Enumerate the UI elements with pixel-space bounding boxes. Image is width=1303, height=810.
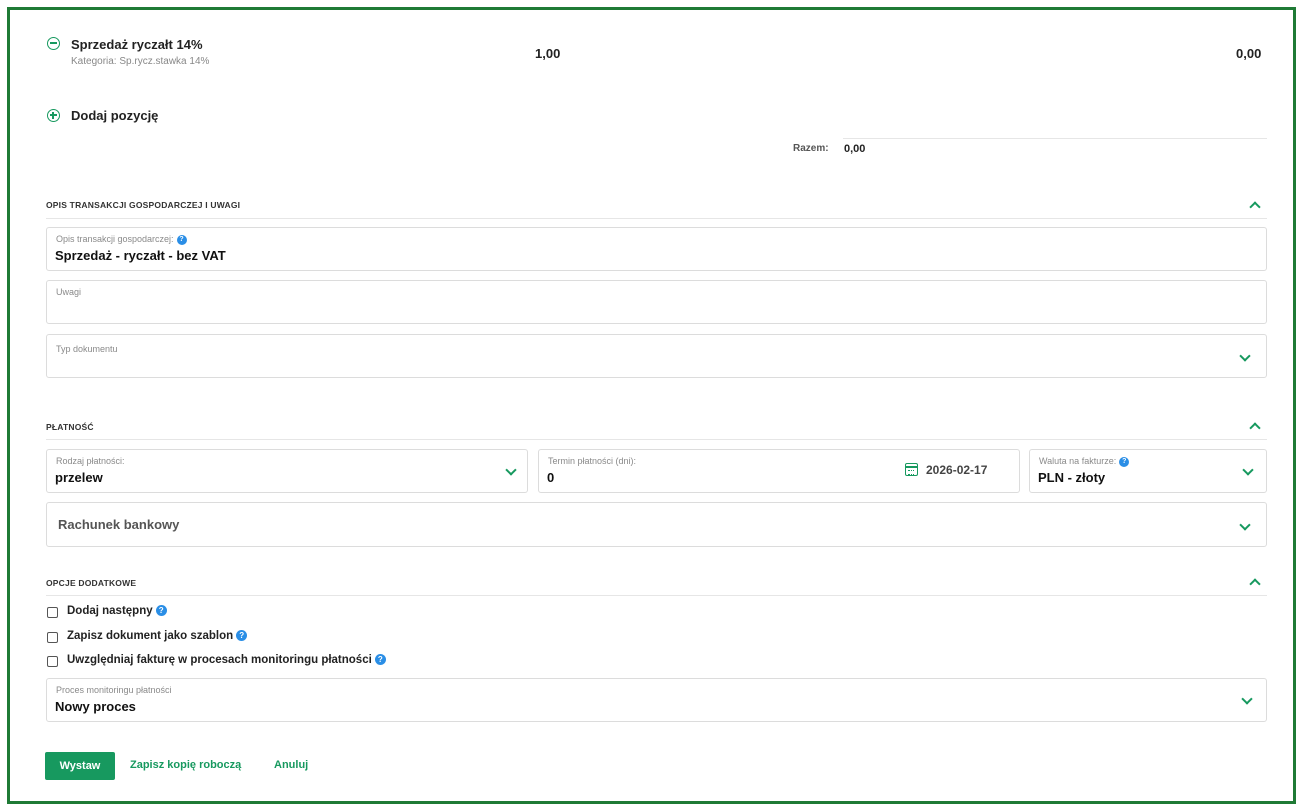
bank-account-select[interactable]: Rachunek bankowy [46, 502, 1267, 547]
chevron-down-icon [1239, 350, 1251, 362]
help-icon[interactable]: ? [236, 630, 248, 641]
transaction-description-field[interactable]: Opis transakcji gospodarczej:? Sprzedaż … [46, 227, 1267, 271]
payment-section-title: PŁATNOŚĆ [46, 422, 94, 432]
save-as-template-label: Zapisz dokument jako szablon [67, 630, 234, 642]
transaction-description-label: Opis transakcji gospodarczej: [56, 234, 174, 244]
help-icon[interactable]: ? [374, 654, 386, 665]
total-label: Razem: [793, 143, 829, 154]
document-type-select[interactable]: Typ dokumentu [46, 334, 1267, 378]
options-section-title: OPCJE DODATKOWE [46, 578, 137, 588]
currency-label: Waluta na fakturze: [1039, 456, 1117, 466]
payment-divider [46, 439, 1267, 440]
transaction-description-value: Sprzedaż - ryczałt - bez VAT [55, 248, 226, 263]
notes-field[interactable]: Uwagi [46, 280, 1267, 324]
payment-term-label: Termin płatności (dni): [548, 456, 637, 466]
payment-monitoring-checkbox[interactable] [47, 656, 58, 667]
item-quantity: 1,00 [535, 46, 561, 61]
add-circle-icon [47, 109, 60, 122]
cancel-button[interactable]: Anuluj [274, 759, 308, 771]
chevron-down-icon [1239, 519, 1251, 531]
bank-account-label: Rachunek bankowy [58, 517, 180, 532]
payment-monitoring-label: Uwzględniaj fakturę w procesach monitori… [67, 654, 372, 666]
total-divider [843, 138, 1267, 139]
payment-type-select[interactable]: Rodzaj płatności: przelew [46, 449, 528, 493]
description-divider [46, 218, 1267, 219]
monitoring-process-label: Proces monitoringu płatności [56, 685, 172, 695]
chevron-down-icon [1241, 693, 1253, 705]
add-item-button[interactable]: Dodaj pozycję [44, 104, 164, 128]
document-type-label: Typ dokumentu [56, 344, 118, 354]
payment-due-date: 2026-02-17 [926, 463, 988, 477]
save-draft-button[interactable]: Zapisz kopię roboczą [130, 759, 241, 771]
options-divider [46, 595, 1267, 596]
payment-type-value: przelew [55, 470, 103, 485]
payment-type-label: Rodzaj płatności: [56, 456, 125, 466]
monitoring-process-value: Nowy proces [55, 699, 136, 714]
remove-item-icon[interactable] [47, 37, 60, 50]
currency-select[interactable]: Waluta na fakturze:? PLN - złoty [1029, 449, 1267, 493]
add-item-label: Dodaj pozycję [71, 108, 159, 123]
issue-button[interactable]: Wystaw [45, 752, 115, 780]
calendar-icon[interactable] [905, 463, 918, 476]
payment-term-field[interactable]: Termin płatności (dni): 0 2026-02-17 [538, 449, 1020, 493]
monitoring-process-select[interactable]: Proces monitoringu płatności Nowy proces [46, 678, 1267, 722]
help-icon[interactable]: ? [1119, 457, 1130, 467]
total-value: 0,00 [844, 143, 866, 155]
payment-term-value: 0 [547, 470, 555, 485]
notes-label: Uwagi [56, 287, 82, 297]
chevron-down-icon [505, 464, 517, 476]
item-amount: 0,00 [1236, 46, 1262, 61]
help-icon[interactable]: ? [176, 235, 187, 245]
description-section-title: OPIS TRANSAKCJI GOSPODARCZEJ I UWAGI [46, 200, 241, 210]
add-next-label: Dodaj następny [67, 605, 153, 617]
chevron-down-icon [1242, 464, 1254, 476]
add-next-checkbox[interactable] [47, 607, 58, 618]
save-as-template-checkbox[interactable] [47, 632, 58, 643]
item-category: Kategoria: Sp.rycz.stawka 14% [71, 56, 210, 67]
currency-value: PLN - złoty [1038, 470, 1106, 485]
help-icon[interactable]: ? [155, 605, 167, 616]
item-name: Sprzedaż ryczałt 14% [71, 37, 203, 52]
